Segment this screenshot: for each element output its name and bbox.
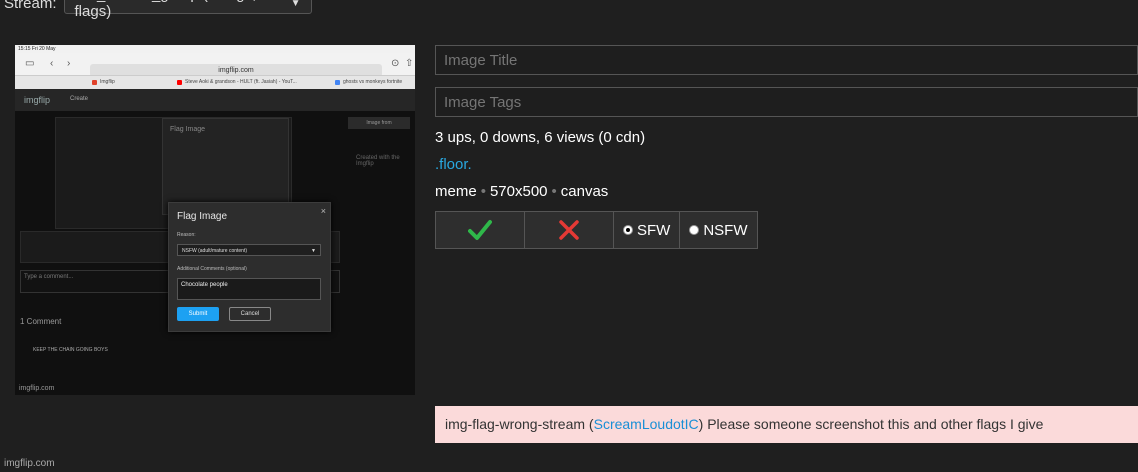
approve-button[interactable] (435, 211, 525, 249)
watermark: imgflip.com (4, 458, 55, 469)
dimmed-comment-text: KEEP THE CHAIN GOING BOYS (33, 347, 108, 353)
flag-dialog: Flag Image × Reason: NSFW (adult/mature … (168, 202, 331, 332)
browser-tab: ghosts vs monkeys fortnite (333, 78, 402, 87)
url-text: imgflip.com (218, 67, 254, 74)
stream-select-value: MS_memer_group (1 imgs, 1 flags) (74, 0, 269, 20)
sfw-label: SFW (637, 221, 671, 239)
nsfw-label: NSFW (703, 221, 748, 239)
shot-watermark: imgflip.com (19, 385, 55, 392)
moderation-buttons: SFW NSFW (435, 211, 758, 249)
download-icon: ⊙ (391, 58, 400, 69)
dimmed-dialog-title: Flag Image (170, 126, 206, 133)
nav-create: Create (70, 96, 89, 102)
dimmed-created-with: Created with the Imgflip (356, 155, 400, 167)
comments-textarea: Chocolate people (177, 278, 321, 300)
nsfw-radio[interactable]: NSFW (680, 211, 758, 249)
dimmed-flag-dialog: Flag Image (162, 118, 289, 215)
imgflip-navbar: imgflip Create (15, 89, 415, 111)
floor-link[interactable]: .floor. (435, 156, 472, 173)
image-meta: meme • 570x500 • canvas (435, 183, 608, 200)
browser-toolbar: ▭ ‹ › imgflip.com ⊙ ⇧ (15, 53, 415, 77)
sfw-radio[interactable]: SFW (614, 211, 681, 249)
reject-button[interactable] (525, 211, 614, 249)
dialog-submit-button: Submit (177, 307, 219, 321)
image-title-input[interactable] (435, 45, 1138, 75)
forward-icon: › (67, 58, 71, 69)
device-status-bar: 15:15 Fri 20 May (15, 45, 415, 53)
checkmark-icon (468, 220, 492, 240)
nsfw-radio-indicator[interactable] (689, 225, 700, 235)
flag-user-link[interactable]: ScreamLoudotIC (594, 416, 699, 432)
x-icon (559, 220, 579, 240)
meta-source: canvas (560, 183, 609, 200)
chevron-down-icon: ▼ (290, 0, 301, 9)
comments-label: Additional Comments (optional) (177, 266, 247, 272)
tab-favicon-icon (335, 80, 340, 85)
dialog-title: Flag Image (177, 211, 228, 222)
share-icon: ⇧ (405, 58, 414, 69)
imgflip-logo: imgflip (24, 95, 51, 105)
tab-favicon-icon (177, 80, 182, 85)
sfw-radio-indicator[interactable] (623, 225, 633, 235)
image-stats: 3 ups, 0 downs, 6 views (0 cdn) (435, 129, 646, 146)
image-tags-input[interactable] (435, 87, 1138, 117)
dimmed-image-from-button: Image from (348, 117, 410, 129)
dimmed-comment-count: 1 Comment (20, 317, 62, 326)
meta-size: 570x500 (489, 183, 548, 200)
browser-tab: Imgflip (90, 78, 115, 87)
stream-label: Stream: (4, 0, 57, 12)
back-icon: ‹ (50, 58, 54, 69)
meta-type: meme (435, 183, 477, 200)
tab-favicon-icon (92, 80, 97, 85)
stream-select[interactable]: MS_memer_group (1 imgs, 1 flags) ▼ (63, 0, 312, 20)
chevron-down-icon: ▼ (311, 248, 316, 254)
browser-tabs: Imgflip Steve Aoki & grandson - HULT (ft… (15, 75, 415, 89)
close-icon: × (320, 206, 326, 216)
dialog-cancel-button: Cancel (229, 307, 271, 321)
meta-separator: • (480, 183, 486, 200)
sidebar-icon: ▭ (25, 58, 35, 69)
flag-notice: img-flag-wrong-stream (ScreamLoudotIC) P… (435, 406, 1138, 443)
meme-image[interactable]: 15:15 Fri 20 May ▭ ‹ › imgflip.com ⊙ ⇧ I… (15, 45, 415, 395)
flag-open-paren: ( (585, 416, 594, 432)
reason-label: Reason: (177, 232, 196, 238)
flag-message: ) Please someone screenshot this and oth… (698, 416, 1044, 432)
reason-select: NSFW (adult/mature content) ▼ (177, 244, 321, 256)
browser-tab: Steve Aoki & grandson - HULT (ft. Jasiah… (175, 78, 297, 87)
status-time: 15:15 Fri 20 May (18, 46, 56, 52)
flag-type: img-flag-wrong-stream (445, 416, 586, 432)
stream-row: Stream: MS_memer_group (1 imgs, 1 flags)… (4, 0, 312, 20)
reason-value: NSFW (adult/mature content) (182, 248, 248, 254)
meta-separator: • (551, 183, 557, 200)
